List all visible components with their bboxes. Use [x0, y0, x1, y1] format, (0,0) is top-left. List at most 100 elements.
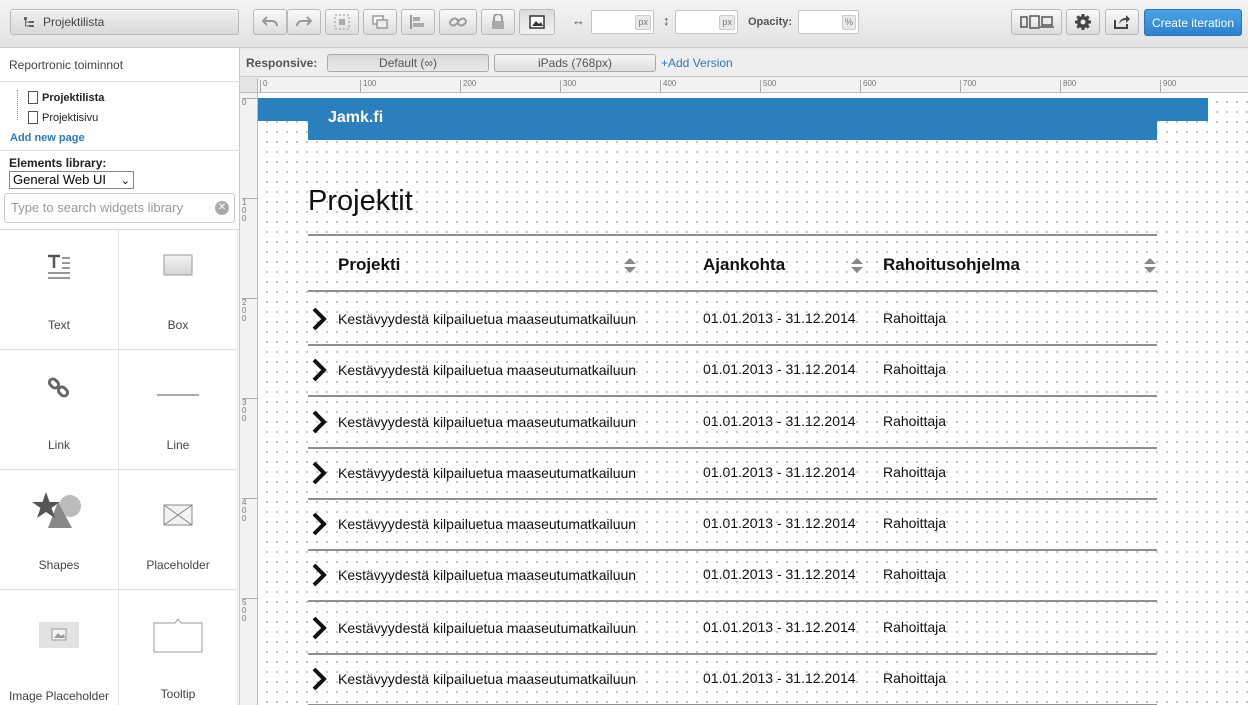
expand-chevron-icon[interactable] — [310, 512, 330, 536]
align-left-icon — [410, 15, 424, 29]
version-ipads-button[interactable]: iPads (768px) — [494, 54, 656, 72]
redo-button[interactable] — [287, 9, 321, 35]
page-item-label: Projektisivu — [42, 111, 99, 124]
device-preview-button[interactable] — [1011, 9, 1062, 35]
cell-period: 01.01.2013 - 31.12.2014 — [703, 361, 856, 377]
group-button[interactable] — [325, 9, 359, 35]
widget-line[interactable]: Line — [119, 350, 238, 470]
horizontal-ruler: 0 100 200 300 400 500 600 700 800 900 — [258, 78, 1248, 93]
library-select[interactable]: General Web UI ⌄ — [9, 171, 134, 189]
widget-shapes[interactable]: Shapes — [0, 470, 119, 590]
design-canvas[interactable]: Jamk.fi Projektit Projekti Ajankohta Rah… — [258, 93, 1248, 705]
cell-project: Kestävyydestä kilpailuetua maaseutumatka… — [338, 465, 637, 481]
settings-button[interactable] — [1066, 9, 1100, 35]
version-default-button[interactable]: Default (∞) — [327, 54, 489, 72]
lock-button[interactable] — [481, 9, 515, 35]
sort-icon[interactable] — [851, 257, 863, 274]
cell-funding: Rahoittaja — [883, 515, 947, 531]
widget-text[interactable]: Text — [0, 230, 119, 350]
page-item-label: Projektilista — [42, 91, 105, 104]
expand-chevron-icon[interactable] — [310, 358, 330, 382]
page-item-projektilista[interactable]: Projektilista — [28, 91, 104, 104]
widget-label: Image Placeholder — [8, 689, 110, 703]
opacity-label: Opacity: — [748, 16, 793, 28]
group-icon — [334, 14, 350, 30]
add-version-link[interactable]: +Add Version — [661, 56, 733, 70]
cell-project: Kestävyydestä kilpailuetua maaseutumatka… — [338, 311, 637, 327]
expand-chevron-icon[interactable] — [310, 616, 330, 640]
divider — [0, 81, 240, 82]
widget-placeholder[interactable]: Placeholder — [119, 470, 238, 590]
cell-project: Kestävyydestä kilpailuetua maaseutumatka… — [338, 414, 637, 430]
widget-link[interactable]: Link — [0, 350, 119, 470]
opacity-input[interactable]: % — [798, 10, 859, 34]
cell-funding: Rahoittaja — [883, 670, 947, 686]
page-tree-icon — [24, 17, 34, 27]
header-bottom-border — [308, 290, 1157, 292]
link-button[interactable] — [439, 9, 477, 35]
ruler-tick-label: 600 — [860, 80, 876, 92]
cell-funding: Rahoittaja — [883, 464, 947, 480]
create-iteration-button[interactable]: Create iteration — [1144, 9, 1242, 36]
widget-box[interactable]: Box — [119, 230, 238, 350]
elements-library-label: Elements library: — [9, 156, 107, 170]
widget-tooltip[interactable]: Tooltip — [119, 590, 238, 705]
redo-icon — [296, 16, 312, 27]
align-button[interactable] — [401, 9, 435, 35]
share-icon — [1114, 15, 1130, 29]
widget-label: Shapes — [38, 558, 80, 572]
page-title: Projektit — [308, 185, 413, 217]
responsive-label: Responsive: — [246, 56, 318, 70]
ruler-tick-label: 200 — [460, 80, 476, 92]
expand-chevron-icon[interactable] — [310, 410, 330, 434]
column-header-projekti[interactable]: Projekti — [338, 255, 400, 275]
undo-button[interactable] — [253, 9, 287, 35]
column-header-rahoitusohjelma[interactable]: Rahoitusohjelma — [883, 255, 1020, 275]
line-widget-icon — [157, 394, 199, 396]
add-new-page-link[interactable]: Add new page — [10, 132, 85, 144]
sort-icon[interactable] — [1144, 257, 1156, 274]
page-item-projektisivu[interactable]: Projektisivu — [28, 111, 98, 124]
expand-chevron-icon[interactable] — [310, 307, 330, 331]
ruler-tick-label: 800 — [1060, 80, 1076, 92]
devices-icon — [1019, 15, 1054, 29]
left-panel: Reportronic toiminnot Projektilista Proj… — [0, 48, 240, 705]
width-input[interactable]: px — [591, 10, 654, 34]
widget-label: Text — [47, 318, 70, 332]
image-toggle-button[interactable] — [519, 9, 555, 35]
height-icon: ↕ — [663, 13, 670, 28]
expand-chevron-icon[interactable] — [310, 667, 330, 691]
height-unit: px — [719, 15, 735, 30]
clear-search-icon[interactable]: ✕ — [215, 201, 229, 215]
table-top-border — [308, 234, 1157, 236]
undo-icon — [262, 16, 278, 27]
widget-image-placeholder[interactable]: Image Placeholder — [0, 590, 119, 705]
gear-icon — [1075, 14, 1091, 30]
width-icon: ↔ — [572, 13, 585, 28]
share-button[interactable] — [1105, 9, 1139, 35]
shapes-widget-icon — [32, 492, 81, 528]
widget-search-input[interactable]: Type to search widgets library ✕ — [4, 193, 235, 223]
expand-chevron-icon[interactable] — [310, 563, 330, 587]
layers-button[interactable] — [363, 9, 397, 35]
cell-funding: Rahoittaja — [883, 619, 947, 635]
widget-label: Box — [167, 318, 189, 332]
table-row-divider — [308, 395, 1157, 397]
page-selector-label: Projektilista — [43, 15, 105, 29]
ruler-tick-label: 400 — [660, 80, 676, 92]
site-title: Jamk.fi — [328, 109, 384, 126]
project-title: Reportronic toiminnot — [9, 58, 124, 72]
column-header-ajankohta[interactable]: Ajankohta — [703, 255, 785, 275]
cell-funding: Rahoittaja — [883, 566, 947, 582]
sort-icon[interactable] — [624, 257, 636, 274]
layers-icon — [372, 15, 388, 29]
page-selector[interactable]: Projektilista — [10, 9, 239, 35]
search-placeholder: Type to search widgets library — [11, 200, 183, 215]
opacity-unit: % — [841, 15, 856, 30]
widget-label: Line — [166, 438, 190, 452]
cell-funding: Rahoittaja — [883, 413, 947, 429]
expand-chevron-icon[interactable] — [310, 461, 330, 485]
height-input[interactable]: px — [675, 10, 738, 34]
cell-funding: Rahoittaja — [883, 310, 947, 326]
widgets-grid: Text Box Link Line Shapes Placeholder Im… — [0, 229, 239, 705]
